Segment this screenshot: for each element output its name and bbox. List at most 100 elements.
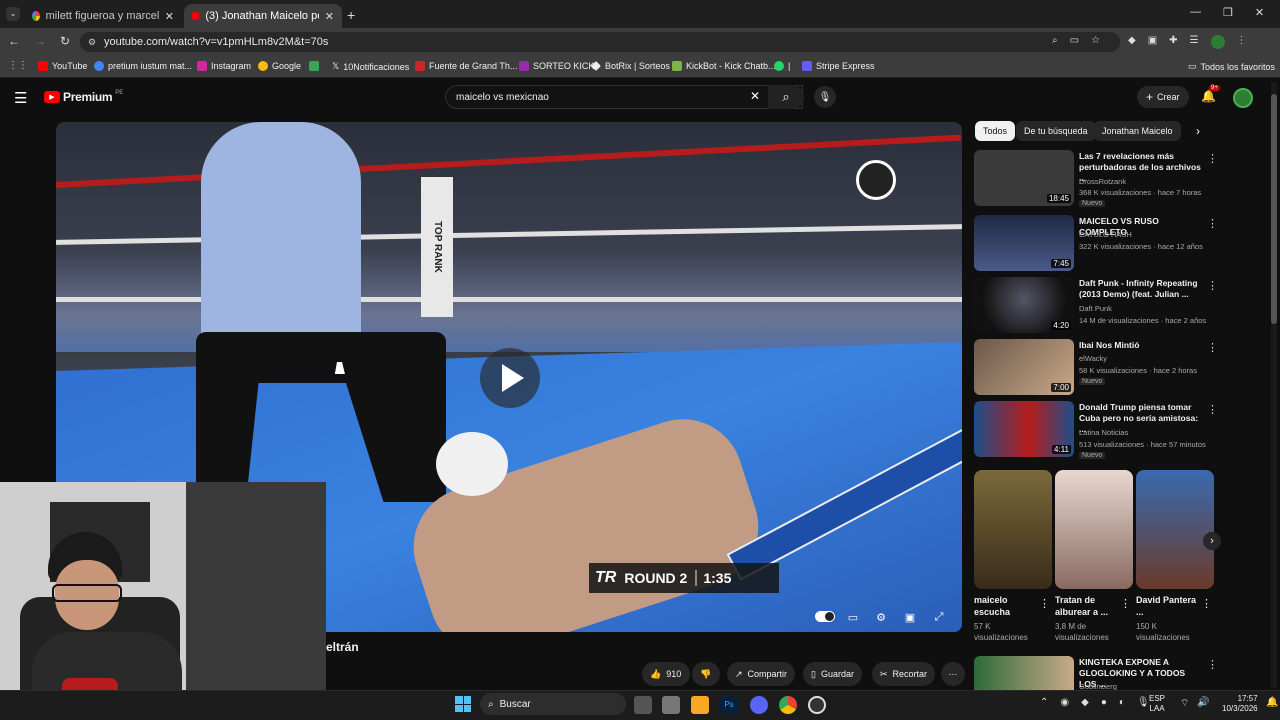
language-indicator[interactable]: ESP LAA [1149, 694, 1165, 714]
account-avatar[interactable] [1233, 88, 1253, 108]
bookmark-grand-theft[interactable]: Fuente de Grand Th... [415, 61, 517, 71]
video-thumbnail[interactable]: 7:00 [974, 339, 1074, 395]
file-explorer-icon[interactable] [691, 696, 709, 714]
clear-search-icon[interactable]: ✕ [750, 89, 760, 103]
taskbar-search[interactable]: ⌕ Buscar [480, 693, 626, 715]
notifications-button[interactable]: 🔔 9+ [1201, 85, 1220, 103]
hamburger-menu-icon[interactable]: ☰ [14, 89, 27, 107]
more-icon[interactable]: ⋮ [1207, 403, 1218, 416]
profile-avatar[interactable] [1210, 35, 1225, 49]
bookmark-whatsapp[interactable]: | [774, 61, 790, 71]
maximize-button[interactable]: ❐ [1223, 6, 1233, 19]
close-window-button[interactable]: ✕ [1255, 6, 1264, 19]
bookmark-google[interactable]: Google [258, 61, 301, 71]
cast-icon[interactable]: ▭ [1070, 35, 1079, 46]
scrollbar-thumb[interactable] [1271, 94, 1277, 324]
theater-mode-icon[interactable]: ▣ [901, 608, 919, 626]
more-icon[interactable]: ⋮ [1207, 152, 1218, 165]
short-thumbnail[interactable] [1136, 470, 1214, 589]
tray-icon[interactable]: ● [1101, 697, 1107, 708]
minimize-button[interactable]: — [1190, 6, 1201, 19]
share-button[interactable]: ↗ Compartir [727, 662, 796, 686]
subtitles-icon[interactable]: ▭ [844, 608, 862, 626]
more-icon[interactable]: ⋮ [1120, 597, 1131, 610]
tab-milett[interactable]: milett figueroa y marcelo tinelli ✕ [24, 4, 182, 28]
extension-icon[interactable]: ◆ [1128, 35, 1136, 49]
tray-icon[interactable]: ◐ [1119, 697, 1125, 708]
short-thumbnail[interactable] [974, 470, 1052, 589]
more-icon[interactable]: ⋮ [1039, 597, 1050, 610]
address-bar[interactable]: ⚙ youtube.com/watch?v=v1pmHLm8v2M&t=70s [80, 32, 1120, 52]
video-thumbnail[interactable]: 4:20 [974, 277, 1074, 333]
chrome-icon[interactable] [779, 696, 797, 714]
bookmark-sorteo-kick[interactable]: SORTEO KICK [519, 61, 594, 71]
tray-icon[interactable]: ◉ [1060, 697, 1069, 708]
bookmark-youtube[interactable]: YouTube [38, 61, 87, 71]
back-button[interactable]: ← [8, 34, 20, 48]
notification-center-icon[interactable]: 🔔 [1266, 697, 1278, 708]
discord-icon[interactable] [750, 696, 768, 714]
close-icon[interactable]: ✕ [325, 10, 334, 23]
photoshop-icon[interactable]: Ps [720, 696, 738, 714]
search-button[interactable]: ⌕ [768, 85, 804, 109]
reload-button[interactable]: ↻ [60, 34, 70, 48]
mic-icon[interactable]: 🎙 [1137, 697, 1150, 708]
forward-button[interactable]: → [34, 34, 46, 48]
obs-icon[interactable] [808, 696, 826, 714]
save-button[interactable]: ▯ Guardar [803, 662, 862, 686]
star-icon[interactable]: ☆ [1091, 35, 1100, 46]
chip-de-tu-busqueda[interactable]: De tu búsqueda [1016, 121, 1096, 141]
more-icon[interactable]: ⋮ [1207, 217, 1218, 230]
like-button[interactable]: 👍 910 [642, 662, 690, 686]
voice-search-button[interactable]: 🎙 [814, 86, 836, 108]
network-volume-icons[interactable]: ⌔ 🔊 [1180, 697, 1210, 710]
close-icon[interactable]: ✕ [165, 10, 174, 23]
more-icon[interactable]: ⋮ [1207, 341, 1218, 354]
tab-youtube-video[interactable]: (3) Jonathan Maicelo perdió por ✕ [184, 4, 342, 28]
zoom-icon[interactable]: ⌕ [1052, 35, 1058, 46]
more-icon[interactable]: ⋮ [1201, 597, 1212, 610]
short-thumbnail[interactable] [1055, 470, 1133, 589]
video-thumbnail[interactable]: 7:45 [974, 215, 1074, 271]
more-icon[interactable]: ⋮ [1207, 658, 1214, 671]
more-actions-button[interactable]: ⋯ [941, 662, 965, 686]
clip-button[interactable]: ✂ Recortar [872, 662, 936, 686]
all-bookmarks[interactable]: ▭ Todos los favoritos [1188, 61, 1275, 72]
clock[interactable]: 17:57 10/3/2026 [1222, 694, 1258, 714]
new-tab-button[interactable]: + [347, 7, 355, 23]
shorts-next-button[interactable]: › [1203, 532, 1221, 550]
bookmark-stripe[interactable]: Stripe Express [802, 61, 875, 71]
tab-list-icon[interactable]: ⌄ [6, 7, 20, 21]
video-thumbnail[interactable]: 18:45 [974, 150, 1074, 206]
task-view-icon[interactable] [634, 696, 652, 714]
sidebar-icon[interactable]: ☰ [1190, 35, 1199, 49]
bookmark-pinwheel[interactable] [309, 61, 319, 71]
chevron-up-icon[interactable]: ⌃ [1040, 697, 1048, 708]
video-thumbnail[interactable] [974, 656, 1074, 690]
page-scrollbar[interactable] [1271, 82, 1277, 688]
play-button[interactable] [480, 348, 540, 408]
short-info[interactable]: maicelo escucha 57 K visualizaciones [974, 594, 1040, 643]
list-item[interactable]: 7:45 MAICELO VS RUSO COMPLETO CATULO HAS… [974, 215, 1218, 273]
chip-todos[interactable]: Todos [975, 121, 1016, 141]
puzzle-icon[interactable]: ✚ [1169, 35, 1177, 49]
menu-icon[interactable]: ⋮ [1237, 35, 1247, 49]
apps-icon[interactable]: ⋮⋮ [8, 60, 28, 71]
chip-jonathan-maicelo[interactable]: Jonathan Maicelo [1094, 121, 1181, 141]
start-button[interactable] [455, 696, 471, 712]
bookmark-kickbot[interactable]: KickBot - Kick Chatb... [672, 61, 776, 71]
fullscreen-icon[interactable]: ⤢ [930, 608, 948, 626]
video-thumbnail[interactable]: 4:11 [974, 401, 1074, 457]
list-item[interactable]: 4:20 Daft Punk - Infinity Repeating (201… [974, 277, 1218, 335]
list-item[interactable]: KINGTEKA EXPONE A GLOGLOKING Y A TODOS L… [974, 656, 1214, 690]
app-icon[interactable] [662, 696, 680, 714]
dislike-button[interactable]: 👎 [692, 662, 720, 686]
bookmark-botrix[interactable]: BotRix | Sorteos [591, 61, 670, 71]
chevron-right-icon[interactable]: › [1196, 124, 1200, 138]
list-item[interactable]: 7:00 Ibai Nos Mintió elWacky 58 K visual… [974, 339, 1218, 397]
autoplay-toggle[interactable] [815, 611, 835, 622]
list-item[interactable]: 18:45 Las 7 revelaciones más perturbador… [974, 150, 1218, 208]
tray-icon[interactable]: ◆ [1081, 697, 1089, 708]
bookmark-instagram[interactable]: Instagram [197, 61, 251, 71]
youtube-premium-logo[interactable]: ▶ Premium PE [44, 90, 123, 104]
